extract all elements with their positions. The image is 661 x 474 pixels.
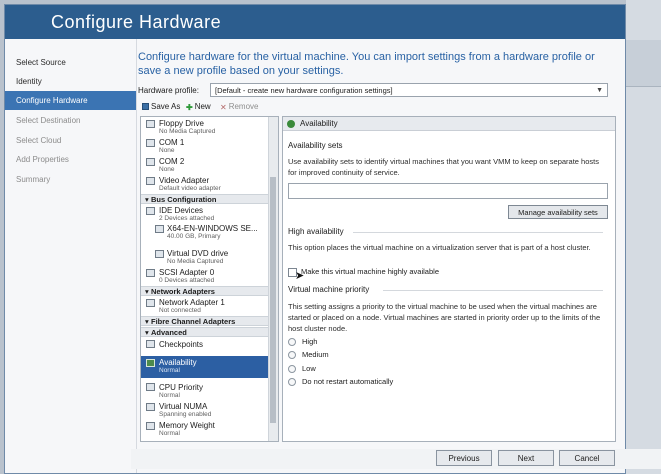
hardware-list-scrollbar[interactable] (268, 117, 278, 441)
list-item-scsi-adapter[interactable]: SCSI Adapter 00 Devices attached (159, 268, 264, 284)
availability-panel: Availability Availability sets Use avail… (282, 116, 616, 442)
section-advanced[interactable]: ▾ Advanced (141, 327, 268, 337)
sidebar-item-summary[interactable]: Summary (5, 170, 136, 189)
section-bus-configuration[interactable]: ▾ Bus Configuration (141, 194, 268, 204)
list-item-video-adapter[interactable]: Video Adapter Default video adapter (159, 176, 264, 192)
hardware-profile-dropdown[interactable]: [Default - create new hardware configura… (210, 83, 608, 97)
wizard-sidebar: Select Source Identity Configure Hardwar… (5, 39, 137, 473)
list-item-virtual-numa[interactable]: Virtual NUMA Spanning enabled (159, 402, 264, 418)
scsi-adapter-icon (146, 269, 155, 277)
priority-high-radio[interactable] (288, 338, 296, 346)
availability-icon (146, 359, 155, 367)
hardware-profile-label: Hardware profile: (138, 86, 199, 95)
hardware-list[interactable]: Floppy Drive No Media Captured COM 1 None … (140, 116, 279, 442)
panel-header: Availability (283, 117, 615, 131)
list-item-ide-devices[interactable]: IDE Devices 2 Devices attached (159, 206, 264, 222)
sidebar-item-select-source[interactable]: Select Source (5, 53, 136, 72)
priority-no-restart-radio[interactable] (288, 378, 296, 386)
availability-icon (287, 120, 295, 128)
floppy-icon (146, 120, 155, 128)
priority-no-restart-label[interactable]: Do not restart automatically (302, 377, 393, 386)
mouse-cursor-icon: ➤ (295, 270, 305, 282)
monitor-icon (146, 177, 155, 185)
plus-icon: ✚ (186, 103, 193, 112)
priority-medium-radio[interactable] (288, 351, 296, 359)
availability-sets-description: Use availability sets to identify virtua… (288, 157, 599, 177)
serial-port-icon (146, 158, 155, 166)
section-network-adapters[interactable]: ▾ Network Adapters (141, 286, 268, 296)
high-availability-description: This option places the virtual machine o… (288, 243, 591, 252)
network-icon (146, 299, 155, 307)
new-label: New (194, 102, 211, 111)
memory-icon (146, 422, 155, 430)
window-title: Configure Hardware (51, 12, 222, 32)
priority-low-radio[interactable] (288, 365, 296, 373)
checkpoint-icon (146, 340, 155, 348)
background-window-bar (626, 40, 661, 87)
serial-port-icon (146, 139, 155, 147)
list-item-network-adapter-1[interactable]: Network Adapter 1 Not connected (159, 298, 264, 314)
previous-button[interactable]: Previous (436, 450, 492, 466)
dvd-icon (155, 250, 164, 258)
list-item-cpu-priority[interactable]: CPU Priority Normal (159, 383, 264, 399)
priority-high-label[interactable]: High (302, 337, 317, 346)
next-button[interactable]: Next (498, 450, 554, 466)
panel-title: Availability (300, 119, 338, 128)
availability-sets-group-label: Availability sets (288, 141, 343, 150)
list-item-virtual-dvd-drive[interactable]: Virtual DVD drive No Media Captured (167, 249, 266, 265)
sidebar-item-identity[interactable]: Identity (5, 72, 136, 91)
new-button[interactable]: ✚ New (186, 102, 211, 112)
list-item-virtual-disk[interactable]: X64-EN-WINDOWS SE... 40.00 GB, Primary (167, 224, 266, 240)
list-item-com-2[interactable]: COM 2 None (159, 157, 264, 173)
chevron-down-icon: ▼ (596, 87, 603, 94)
ide-controller-icon (146, 207, 155, 215)
list-item-com-1[interactable]: COM 1 None (159, 138, 264, 154)
sidebar-item-add-properties[interactable]: Add Properties (5, 150, 136, 169)
list-item-availability[interactable]: Availability Normal (159, 358, 264, 374)
priority-description: This setting assigns a priority to the v… (288, 302, 601, 333)
remove-label: Remove (228, 102, 259, 111)
cpu-icon (146, 383, 155, 391)
title-bar: Configure Hardware (5, 5, 625, 39)
hardware-profile-value: [Default - create new hardware configura… (215, 86, 393, 95)
list-item-checkpoints[interactable]: Checkpoints (159, 340, 264, 349)
sidebar-item-select-cloud[interactable]: Select Cloud (5, 131, 136, 150)
background-window-strip (626, 0, 661, 474)
section-fibre-channel-adapters[interactable]: ▾ Fibre Channel Adapters (141, 316, 268, 326)
remove-icon: ✕ (220, 103, 227, 112)
save-as-label: Save As (151, 102, 181, 111)
list-item-floppy-drive[interactable]: Floppy Drive No Media Captured (159, 119, 264, 135)
page-heading: Configure hardware for the virtual machi… (138, 51, 595, 77)
list-item-memory-weight[interactable]: Memory Weight Normal (159, 421, 264, 437)
sidebar-item-configure-hardware[interactable]: Configure Hardware (5, 91, 136, 110)
cancel-button[interactable]: Cancel (559, 450, 615, 466)
remove-button[interactable]: ✕ Remove (220, 102, 259, 112)
priority-low-label[interactable]: Low (302, 364, 316, 373)
save-as-button[interactable]: Save As (142, 102, 180, 111)
priority-medium-label[interactable]: Medium (302, 350, 329, 359)
priority-group-label: Virtual machine priority (288, 285, 370, 294)
highly-available-label[interactable]: Make this virtual machine highly availab… (301, 267, 439, 276)
save-icon (142, 103, 149, 110)
availability-sets-input[interactable] (288, 183, 608, 199)
sidebar-item-select-destination[interactable]: Select Destination (5, 111, 136, 130)
high-availability-group-label: High availability (288, 227, 344, 236)
scrollbar-thumb[interactable] (270, 177, 276, 423)
disk-icon (155, 225, 164, 233)
manage-availability-sets-button[interactable]: Manage availability sets (508, 205, 608, 219)
numa-icon (146, 403, 155, 411)
